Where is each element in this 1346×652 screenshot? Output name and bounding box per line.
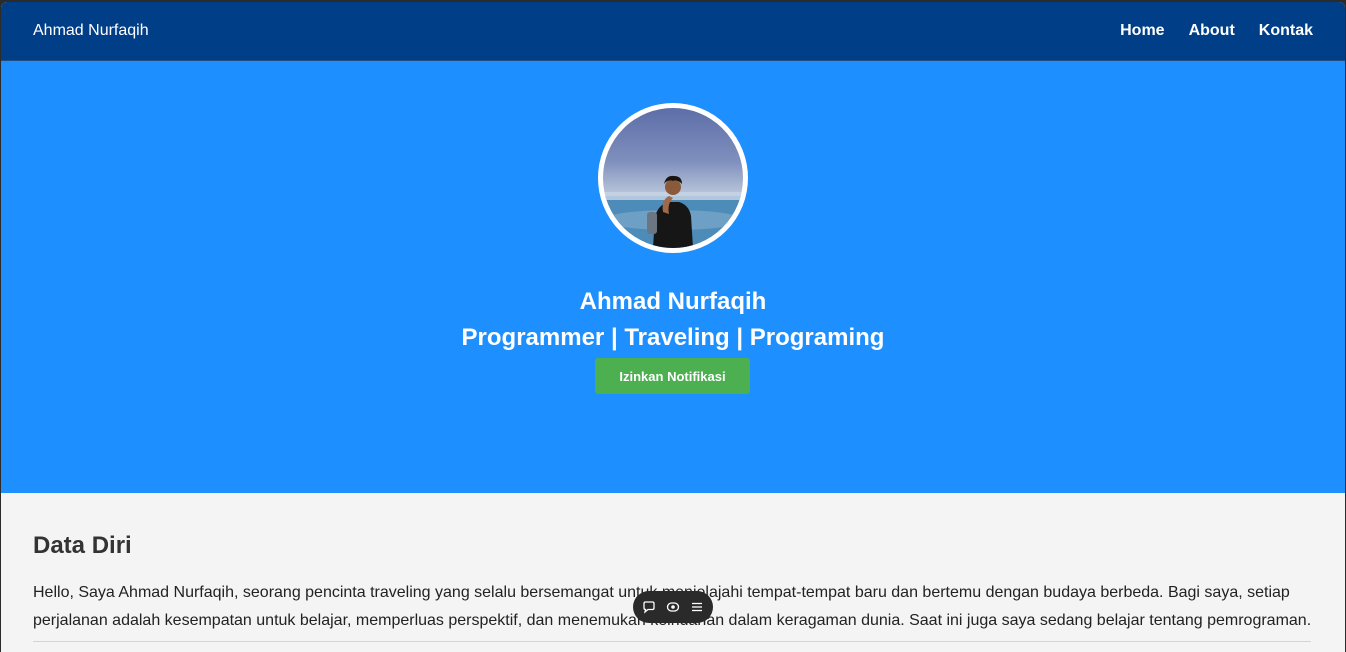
navbar: Ahmad Nurfaqih Home About Kontak (1, 2, 1345, 61)
floating-toolbar (633, 591, 713, 623)
hero-name: Ahmad Nurfaqih (579, 288, 767, 315)
comment-icon[interactable] (640, 598, 658, 616)
nav-links: Home About Kontak (1120, 22, 1313, 40)
view-icon[interactable] (664, 598, 682, 616)
profile-photo (598, 103, 748, 253)
nav-link-kontak[interactable]: Kontak (1259, 22, 1313, 40)
about-section: Data Diri Hello, Saya Ahmad Nurfaqih, se… (1, 493, 1345, 652)
nav-link-about[interactable]: About (1189, 22, 1235, 40)
browser-viewport: Ahmad Nurfaqih Home About Kontak Ahmad N… (1, 2, 1345, 652)
hero-section: Ahmad Nurfaqih Programmer | Traveling | … (1, 61, 1345, 493)
hero-tagline: Programmer | Traveling | Programing (461, 324, 885, 351)
menu-icon[interactable] (688, 598, 706, 616)
nav-link-home[interactable]: Home (1120, 22, 1164, 40)
brand-name[interactable]: Ahmad Nurfaqih (33, 22, 149, 40)
profile-photo-image (603, 175, 743, 248)
divider (33, 641, 1311, 642)
section-title: Data Diri (33, 532, 132, 559)
allow-notification-button[interactable]: Izinkan Notifikasi (595, 358, 750, 394)
